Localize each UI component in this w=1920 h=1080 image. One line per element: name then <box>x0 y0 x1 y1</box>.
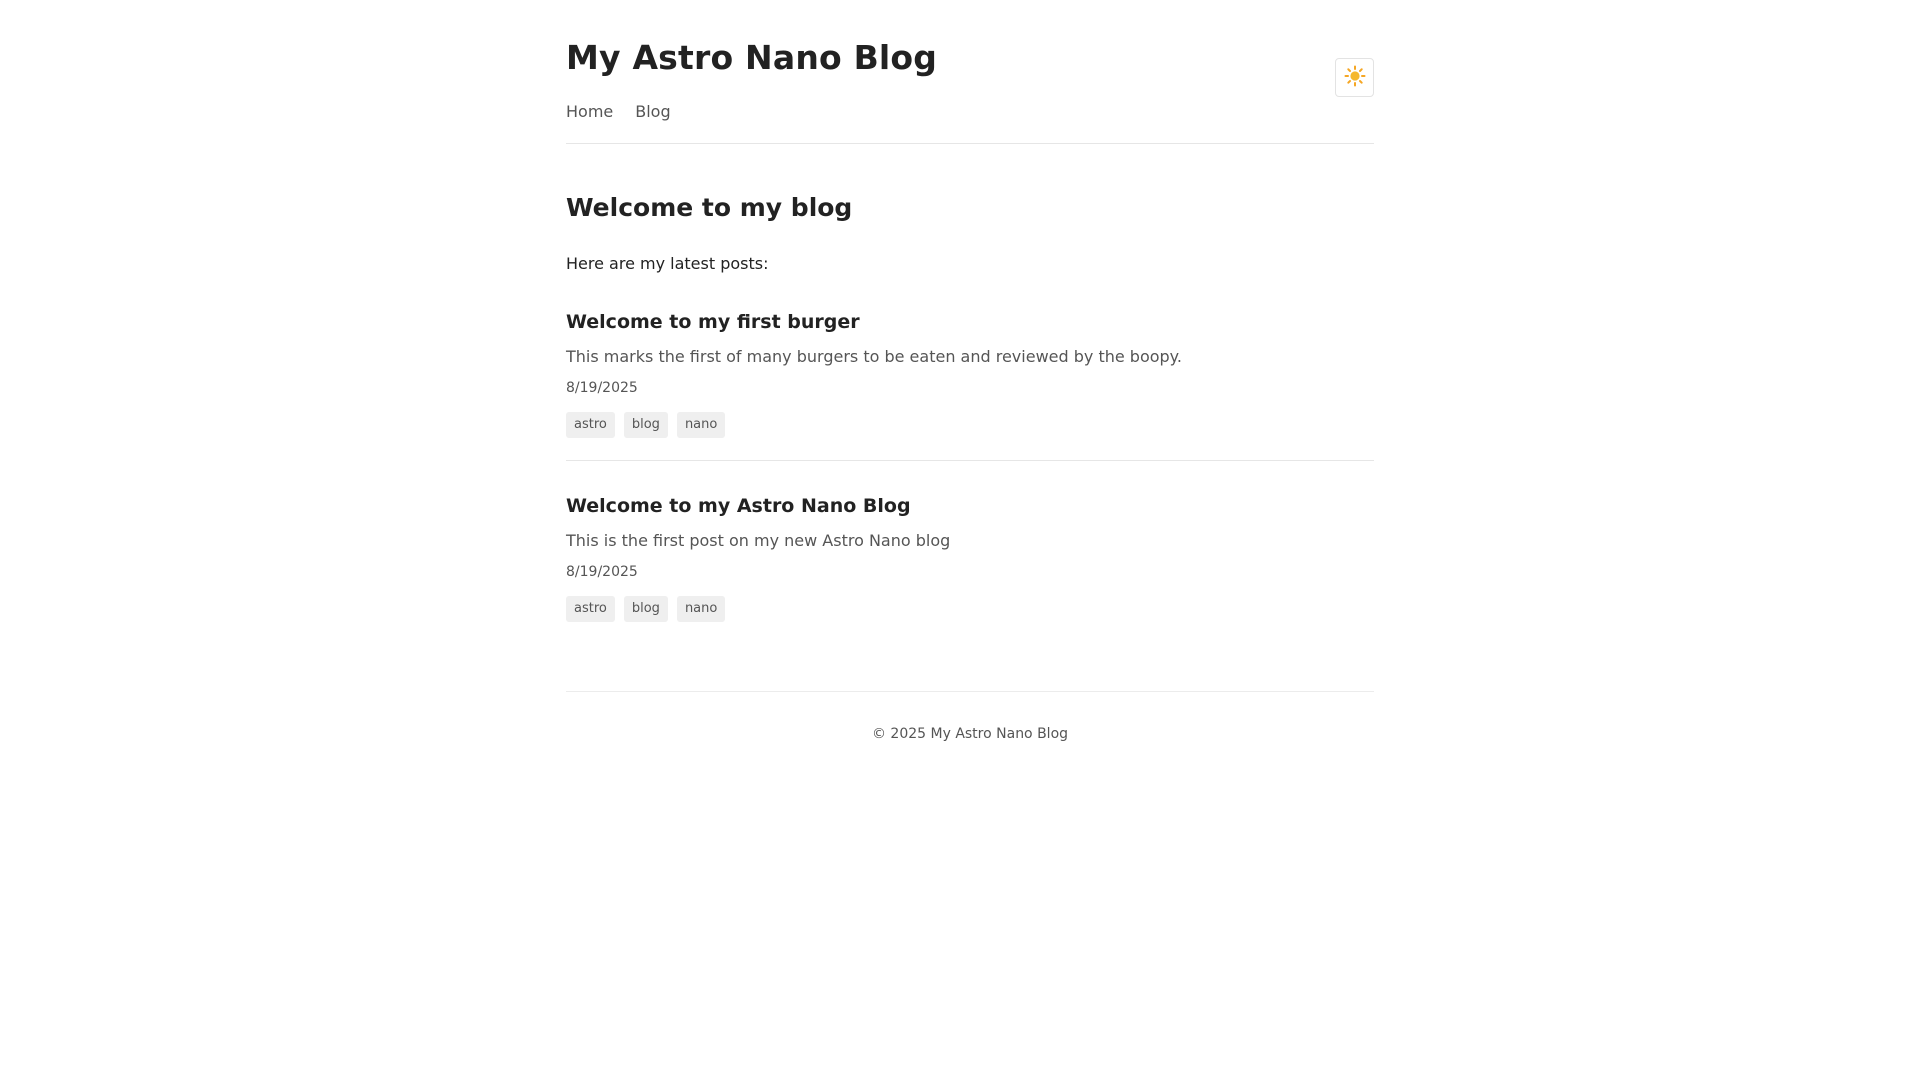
page-container: My Astro Nano Blog Home Blog Welcome to … <box>566 0 1374 772</box>
theme-toggle-button[interactable] <box>1335 58 1374 97</box>
site-title[interactable]: My Astro Nano Blog <box>566 38 937 78</box>
main-nav: Home Blog <box>566 100 671 124</box>
nav-item-blog[interactable]: Blog <box>635 100 670 124</box>
post-description: This is the first post on my new Astro N… <box>566 531 951 550</box>
post-date: 8/19/2025 <box>566 564 638 580</box>
page-title: Welcome to my blog <box>566 193 853 222</box>
post-tags: astro blog nano <box>566 596 1374 622</box>
tag-blog[interactable]: blog <box>623 596 668 622</box>
post-title-link[interactable]: Welcome to my Astro Nano Blog <box>566 493 1374 519</box>
sun-icon <box>1344 65 1366 90</box>
post-date: 8/19/2025 <box>566 380 638 396</box>
tag-astro[interactable]: astro <box>566 596 615 622</box>
tag-astro[interactable]: astro <box>566 412 615 438</box>
site-header: My Astro Nano Blog Home Blog <box>566 0 1374 144</box>
nav-item-home[interactable]: Home <box>566 100 613 124</box>
tag-nano[interactable]: nano <box>676 412 726 438</box>
post-title-link[interactable]: Welcome to my first burger <box>566 309 1374 335</box>
post-item: Welcome to my first burger This marks th… <box>566 309 1374 461</box>
copyright-text: © 2025 My Astro Nano Blog <box>871 726 1069 742</box>
tag-nano[interactable]: nano <box>676 596 726 622</box>
main-content: Welcome to my blog Here are my latest po… <box>566 144 1374 692</box>
site-footer: © 2025 My Astro Nano Blog <box>566 692 1374 772</box>
post-item: Welcome to my Astro Nano Blog This is th… <box>566 493 1374 622</box>
tag-blog[interactable]: blog <box>623 412 668 438</box>
intro-text: Here are my latest posts: <box>566 254 769 273</box>
post-description: This marks the first of many burgers to … <box>566 347 1182 366</box>
post-tags: astro blog nano <box>566 412 1374 438</box>
